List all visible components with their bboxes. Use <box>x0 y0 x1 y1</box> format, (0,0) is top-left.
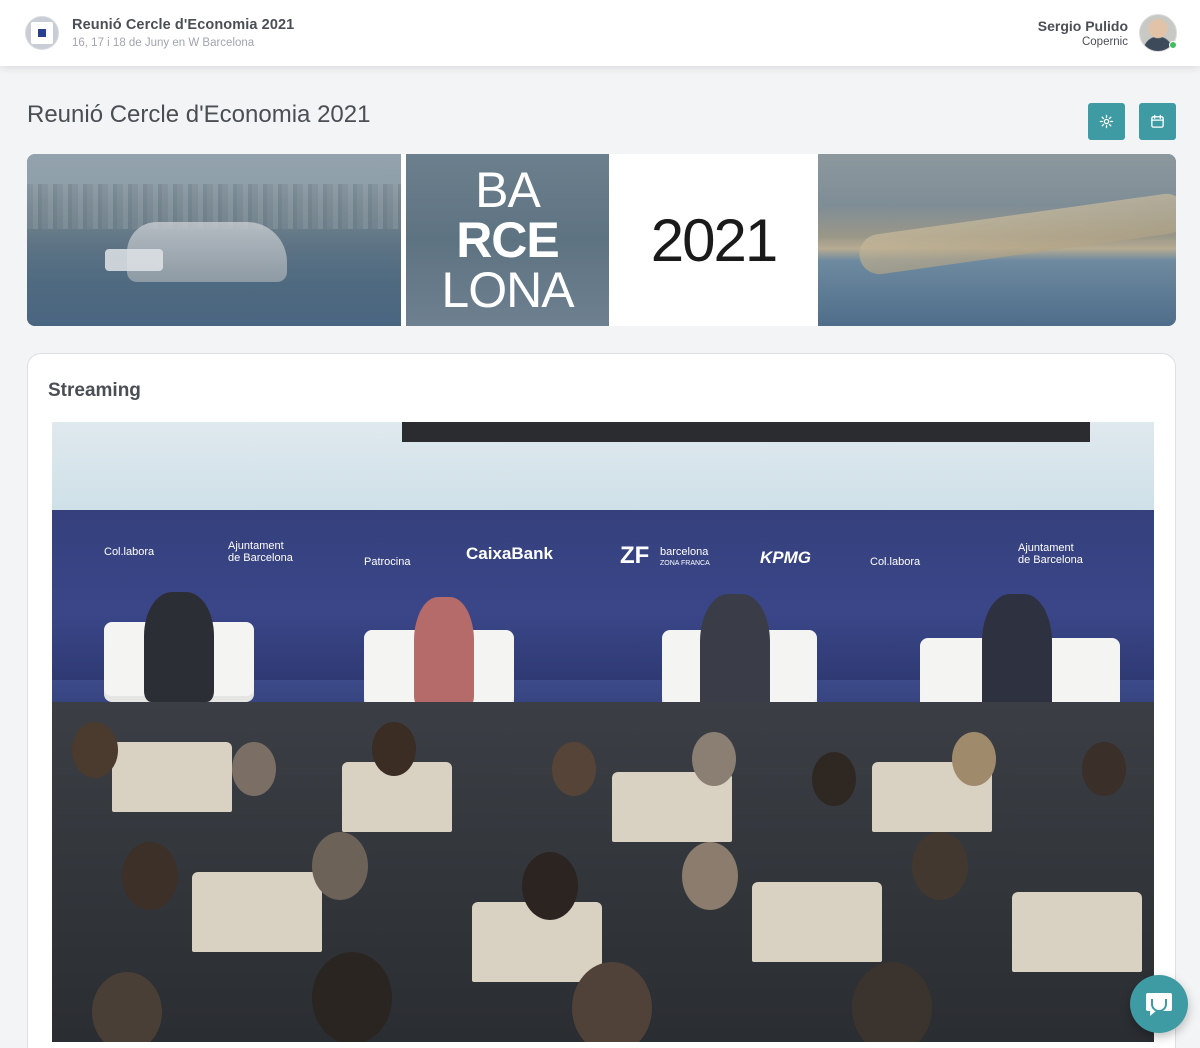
avatar[interactable] <box>1139 14 1177 52</box>
event-info: Reunió Cercle d'Economia 2021 16, 17 i 1… <box>72 17 294 49</box>
user-info: Sergio Pulido Copernic <box>1038 18 1128 48</box>
speaker <box>414 597 474 707</box>
sponsor-ajuntament-right-2: de Barcelona <box>1018 554 1083 566</box>
sponsor-collabora-left: Col.labora <box>104 546 155 558</box>
banner-photo-beach <box>818 154 1176 326</box>
banner-photo-port <box>27 154 401 326</box>
chat-button[interactable] <box>1130 975 1188 1033</box>
sponsor-patrocina: Patrocina <box>364 556 411 568</box>
gear-icon <box>1099 114 1114 129</box>
chat-bubble-icon <box>1146 993 1172 1016</box>
speaker <box>144 592 214 702</box>
sponsor-ajuntament-left-1: Ajuntament <box>228 540 284 552</box>
event-brand[interactable]: Reunió Cercle d'Economia 2021 16, 17 i 1… <box>25 16 294 50</box>
event-dates: 16, 17 i 18 de Juny en W Barcelona <box>72 37 255 49</box>
event-logo <box>25 16 59 50</box>
banner-line-1: BA <box>475 162 541 218</box>
user-organization: Copernic <box>1081 36 1128 48</box>
page-title: Reunió Cercle d'Economia 2021 <box>27 101 371 128</box>
sponsor-caixabank: CaixaBank <box>466 544 553 563</box>
sponsor-kpmg: KPMG <box>760 548 811 567</box>
audience <box>52 702 1154 1042</box>
streaming-title: Streaming <box>48 380 141 401</box>
sponsor-zf-logo: ZF <box>620 542 650 569</box>
streaming-video-player[interactable]: Col.labora Ajuntament de Barcelona Patro… <box>52 422 1154 1042</box>
event-banner: BA RCE LONA 2021 <box>27 154 1176 326</box>
speaker <box>982 594 1052 714</box>
user-name: Sergio Pulido <box>1037 18 1128 34</box>
calendar-button[interactable] <box>1139 103 1176 140</box>
speaker <box>700 594 770 714</box>
online-status-indicator <box>1169 41 1177 49</box>
banner-line-2: RCE <box>456 212 560 268</box>
event-title: Reunió Cercle d'Economia 2021 <box>72 17 295 33</box>
sponsor-collabora-right: Col.labora <box>870 556 921 568</box>
sponsor-ajuntament-left-2: de Barcelona <box>228 552 293 564</box>
sponsor-ajuntament-right-1: Ajuntament <box>1018 542 1074 554</box>
streaming-card: Streaming Col.labora Ajuntament de Barce… <box>27 353 1176 1048</box>
sponsor-zf-line-2: ZONA FRANCA <box>660 560 710 567</box>
banner-line-3: LONA <box>441 262 574 318</box>
stage-screen <box>402 422 1090 442</box>
calendar-icon <box>1151 114 1164 128</box>
banner-barcelona-wordmark: BA RCE LONA <box>406 154 609 326</box>
banner-year: 2021 <box>609 154 818 326</box>
settings-button[interactable] <box>1088 103 1125 140</box>
top-header: Reunió Cercle d'Economia 2021 16, 17 i 1… <box>0 0 1200 66</box>
sponsor-zf-line-1: barcelona <box>660 546 709 558</box>
user-menu[interactable]: Sergio Pulido Copernic <box>1038 14 1177 52</box>
